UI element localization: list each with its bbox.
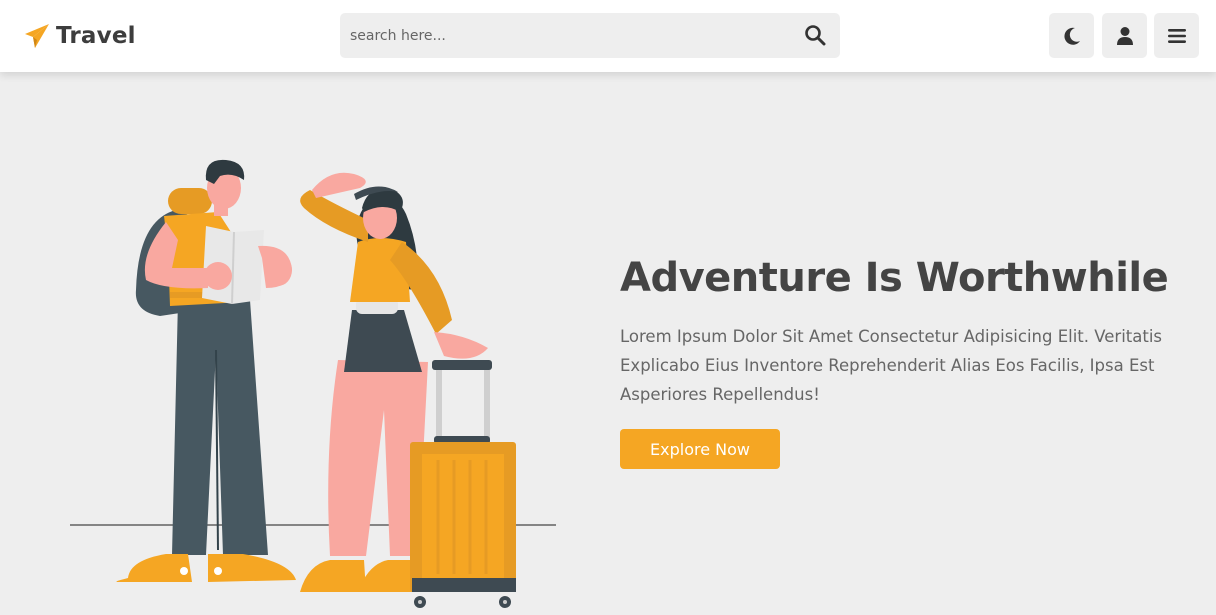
menu-icon [1167,28,1186,43]
hero-description: Lorem Ipsum Dolor Sit Amet Consectetur A… [620,327,1163,404]
explore-now-button[interactable]: Explore Now [620,429,780,469]
moon-icon [1063,27,1080,45]
search-icon [805,25,826,46]
menu-button[interactable] [1154,13,1199,58]
hero-title: Adventure Is Worthwhile [620,255,1169,301]
user-icon [1116,26,1133,45]
search-input[interactable] [340,13,790,58]
paper-plane-icon [25,24,49,48]
user-account-button[interactable] [1102,13,1147,58]
brand-name: Travel [56,23,136,49]
header: Travel [0,0,1216,72]
theme-toggle-button[interactable] [1049,13,1094,58]
travelers-illustration [70,159,556,608]
search-bar [340,13,840,58]
logo[interactable]: Travel [24,20,136,52]
search-button[interactable] [804,24,828,48]
